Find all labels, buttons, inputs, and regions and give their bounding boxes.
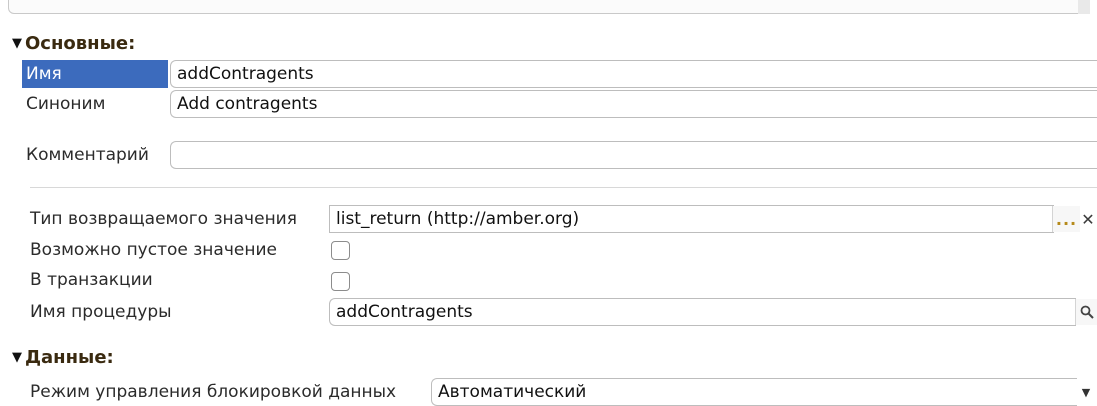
lock-mode-select[interactable]: Автоматический xyxy=(431,378,1077,406)
nullable-checkbox[interactable] xyxy=(331,241,350,260)
triangle-down-icon[interactable]: ▼ xyxy=(12,350,22,365)
magnifier-icon[interactable] xyxy=(1075,299,1097,325)
nullable-label: Возможно пустое значение xyxy=(30,240,277,260)
section-data-header[interactable]: ▼ Данные: xyxy=(12,345,114,369)
in-transaction-label: В транзакции xyxy=(30,270,153,290)
section-main-header[interactable]: ▼ Основные: xyxy=(12,31,135,55)
name-label[interactable]: Имя xyxy=(22,60,168,88)
clear-icon[interactable]: ✕ xyxy=(1081,206,1095,232)
comment-field[interactable] xyxy=(170,141,1097,169)
synonym-label[interactable]: Синоним xyxy=(22,90,168,118)
chevron-down-icon[interactable]: ▼ xyxy=(1075,379,1097,405)
in-transaction-checkbox[interactable] xyxy=(331,272,350,291)
return-type-field[interactable]: list_return (http://amber.org) xyxy=(329,205,1054,233)
scrollbar-fragment[interactable] xyxy=(1078,0,1090,14)
section-main-title: Основные: xyxy=(25,32,136,54)
section-separator xyxy=(30,187,1097,188)
procedure-name-label: Имя процедуры xyxy=(30,302,172,322)
procedure-name-field[interactable]: addContragents xyxy=(329,298,1076,326)
synonym-field[interactable]: Add contragents xyxy=(170,90,1097,118)
return-type-label[interactable]: Тип возвращаемого значения xyxy=(26,205,326,233)
name-field[interactable]: addContragents xyxy=(170,60,1097,88)
comment-label[interactable]: Комментарий xyxy=(22,141,168,169)
previous-panel-edge xyxy=(8,0,1090,14)
select-type-button[interactable]: ... xyxy=(1052,206,1080,232)
triangle-down-icon[interactable]: ▼ xyxy=(12,36,22,51)
section-data-title: Данные: xyxy=(25,346,114,368)
lock-mode-label: Режим управления блокировкой данных xyxy=(30,382,397,402)
